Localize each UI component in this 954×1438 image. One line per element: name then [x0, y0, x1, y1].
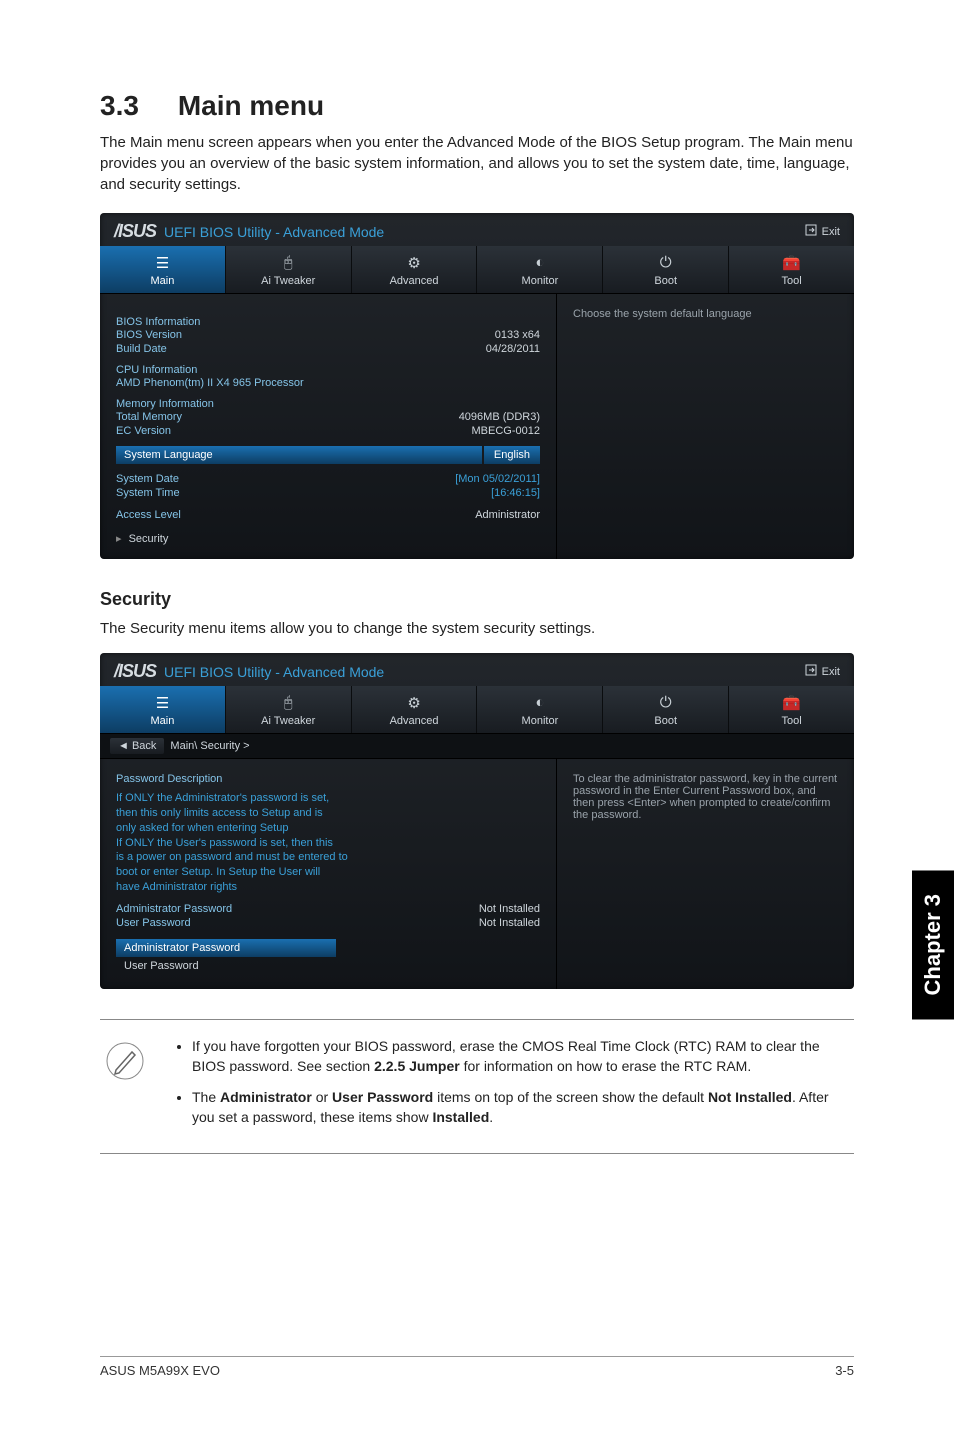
bios-screenshot-security: /ISUS UEFI BIOS Utility - Advanced Mode … [100, 653, 854, 989]
asus-logo: /ISUS [114, 661, 156, 682]
tab-main[interactable]: ☰ Main [100, 246, 226, 293]
note-list: If you have forgotten your BIOS password… [174, 1036, 844, 1137]
toolbox-icon: 🧰 [729, 694, 854, 712]
system-language-row[interactable]: System Language English [116, 446, 540, 464]
build-date-value: 04/28/2011 [486, 343, 540, 355]
gauge-icon: ◐ [477, 254, 602, 272]
tab-main[interactable]: ☰ Main [100, 686, 226, 733]
security-item-label: Security [129, 533, 169, 545]
section-number: 3.3 [100, 90, 139, 121]
password-description-title: Password Description [116, 773, 540, 785]
help-text: Choose the system default language [573, 308, 838, 320]
security-heading: Security [100, 589, 854, 610]
user-password-item[interactable]: User Password [116, 957, 336, 975]
ec-version-value: MBECG-0012 [472, 425, 540, 437]
password-description-text: If ONLY the Administrator's password is … [116, 791, 476, 895]
exit-label: Exit [822, 226, 840, 238]
user-password-label: User Password [116, 917, 191, 929]
tab-ai-tweaker[interactable]: 🖰 Ai Tweaker [226, 246, 352, 293]
tab-advanced[interactable]: ⚙ Advanced [352, 246, 478, 293]
chapter-side-tab: Chapter 3 [912, 870, 954, 1019]
bios-help-panel: To clear the administrator password, key… [556, 759, 854, 989]
exit-icon [805, 224, 817, 239]
bios-tab-bar: ☰ Main 🖰 Ai Tweaker ⚙ Advanced ◐ Monitor… [100, 686, 854, 734]
slider-icon: 🖰 [226, 694, 351, 712]
bios-main-panel: BIOS Information BIOS Version 0133 x64 B… [100, 294, 556, 559]
chevron-right-icon: ▸ [116, 533, 122, 545]
tab-boot[interactable]: ⏻ Boot [603, 686, 729, 733]
page-footer: ASUS M5A99X EVO 3-5 [100, 1356, 854, 1378]
note-item-1: If you have forgotten your BIOS password… [192, 1036, 844, 1077]
memory-information-title: Memory Information [116, 398, 540, 410]
note-box: If you have forgotten your BIOS password… [100, 1019, 854, 1154]
slider-icon: 🖰 [226, 254, 351, 272]
tab-tool[interactable]: 🧰 Tool [729, 246, 854, 293]
help-text: To clear the administrator password, key… [573, 773, 838, 821]
section-intro: The Main menu screen appears when you en… [100, 132, 854, 195]
cpu-information-title: CPU Information [116, 364, 540, 376]
bios-tab-bar: ☰ Main 🖰 Ai Tweaker ⚙ Advanced ◐ Monitor… [100, 246, 854, 294]
cpu-name: AMD Phenom(tm) II X4 965 Processor [116, 377, 304, 389]
bios-help-panel: Choose the system default language [556, 294, 854, 559]
bios-utility-title: UEFI BIOS Utility - Advanced Mode [164, 224, 384, 240]
note-pencil-icon [100, 1036, 150, 1086]
note-item-2: The Administrator or User Password items… [192, 1087, 844, 1128]
exit-button[interactable]: Exit [805, 664, 840, 679]
bios-screenshot-main: /ISUS UEFI BIOS Utility - Advanced Mode … [100, 213, 854, 559]
system-language-label: System Language [116, 446, 482, 464]
exit-button[interactable]: Exit [805, 224, 840, 239]
admin-password-status: Not Installed [479, 903, 540, 915]
footer-page-number: 3-5 [835, 1363, 854, 1378]
build-date-label: Build Date [116, 343, 167, 355]
back-label: Back [132, 740, 156, 752]
total-memory-label: Total Memory [116, 411, 182, 423]
total-memory-value: 4096MB (DDR3) [459, 411, 540, 423]
exit-label: Exit [822, 666, 840, 678]
bios-version-value: 0133 x64 [495, 329, 540, 341]
system-date-label: System Date [116, 473, 179, 485]
arrow-left-icon: ◄ [118, 740, 132, 752]
chip-icon: ⚙ [352, 254, 477, 272]
breadcrumb: Main\ Security > [170, 740, 249, 752]
tab-monitor[interactable]: ◐ Monitor [477, 686, 603, 733]
administrator-password-item[interactable]: Administrator Password [116, 939, 336, 957]
gauge-icon: ◐ [477, 694, 602, 712]
back-button[interactable]: ◄ Back [110, 738, 164, 754]
system-time-label: System Time [116, 487, 180, 499]
security-submenu[interactable]: ▸ Security [116, 532, 540, 545]
power-icon: ⏻ [603, 254, 728, 272]
security-intro: The Security menu items allow you to cha… [100, 618, 854, 639]
system-time-value[interactable]: [16:46:15] [491, 487, 540, 499]
bios-information-title: BIOS Information [116, 316, 540, 328]
user-password-status: Not Installed [479, 917, 540, 929]
section-title: 3.3 Main menu [100, 90, 854, 122]
tab-advanced[interactable]: ⚙ Advanced [352, 686, 478, 733]
chip-icon: ⚙ [352, 694, 477, 712]
footer-model: ASUS M5A99X EVO [100, 1363, 220, 1378]
asus-logo: /ISUS [114, 221, 156, 242]
tab-monitor[interactable]: ◐ Monitor [477, 246, 603, 293]
tab-ai-tweaker[interactable]: 🖰 Ai Tweaker [226, 686, 352, 733]
ec-version-label: EC Version [116, 425, 171, 437]
system-language-value: English [484, 446, 540, 464]
bios-version-label: BIOS Version [116, 329, 182, 341]
bios-security-panel: Password Description If ONLY the Adminis… [100, 759, 556, 989]
system-date-value[interactable]: [Mon 05/02/2011] [455, 473, 540, 485]
list-icon: ☰ [100, 254, 225, 272]
list-icon: ☰ [100, 694, 225, 712]
tab-boot[interactable]: ⏻ Boot [603, 246, 729, 293]
toolbox-icon: 🧰 [729, 254, 854, 272]
tab-tool[interactable]: 🧰 Tool [729, 686, 854, 733]
access-level-value: Administrator [475, 509, 540, 521]
exit-icon [805, 664, 817, 679]
admin-password-label: Administrator Password [116, 903, 232, 915]
power-icon: ⏻ [603, 694, 728, 712]
bios-utility-title: UEFI BIOS Utility - Advanced Mode [164, 664, 384, 680]
access-level-label: Access Level [116, 509, 181, 521]
section-name: Main menu [178, 90, 324, 121]
